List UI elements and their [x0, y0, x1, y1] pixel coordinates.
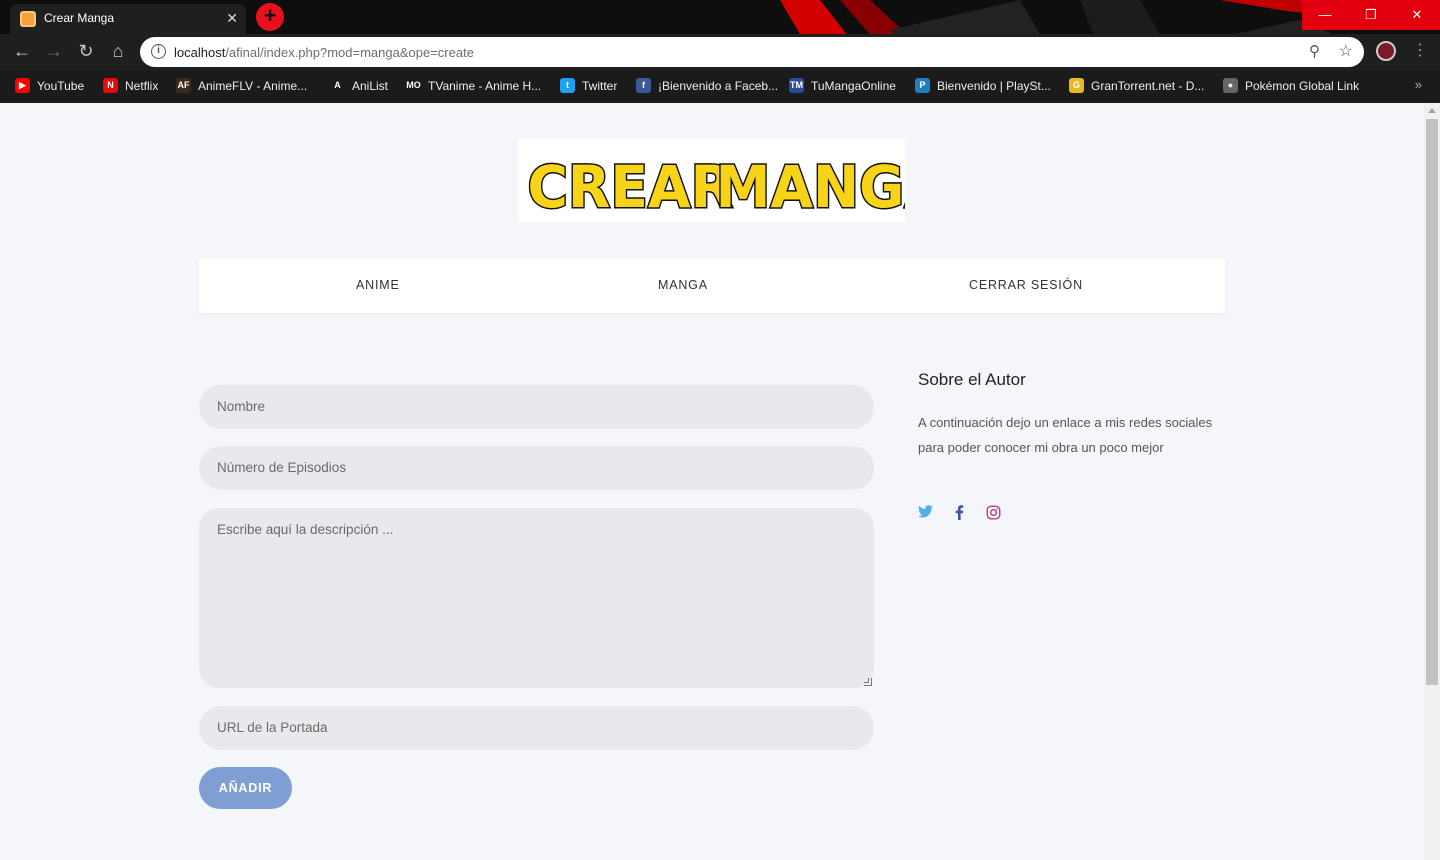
bookmark-item[interactable]: G GranTorrent.net - D... — [1069, 78, 1204, 93]
episodes-input[interactable]: Número de Episodios — [199, 446, 874, 490]
bookmark-item[interactable]: P Bienvenido | PlaySt... — [915, 78, 1051, 93]
logo-text-right: MANGA — [716, 154, 905, 222]
bookmarks-more-icon[interactable]: » — [1415, 77, 1422, 92]
bookmark-label: ¡Bienvenido a Faceb... — [658, 78, 779, 93]
add-button[interactable]: AÑADIR — [199, 767, 292, 809]
bookmark-item[interactable]: A AniList — [330, 78, 388, 93]
zoom-icon[interactable]: ⚲ — [1309, 42, 1320, 60]
bookmarks-bar: » ▶ YouTube N Netflix AF AnimeFLV - Anime... A… — [0, 70, 1440, 103]
back-arrow-icon[interactable]: ← — [11, 41, 33, 62]
bookmark-label: TuMangaOnline — [811, 78, 896, 93]
anilist-icon: A — [330, 78, 345, 93]
twitter-icon[interactable] — [918, 505, 933, 522]
nav-anime[interactable]: ANIME — [356, 278, 400, 292]
bookmark-label: TVanime - Anime H... — [428, 78, 542, 93]
tab-close-icon[interactable]: ✕ — [226, 10, 238, 27]
home-icon[interactable]: ⌂ — [107, 41, 129, 62]
playstation-icon: P — [915, 78, 930, 93]
bookmark-item[interactable]: N Netflix — [103, 78, 158, 93]
bookmark-item[interactable]: f ¡Bienvenido a Faceb... — [636, 78, 778, 93]
logo-text-left: CREAR — [528, 154, 734, 222]
main-nav: ANIME MANGA CERRAR SESIÓN — [199, 258, 1225, 313]
window-controls: — ❐ ✕ — [1302, 0, 1440, 30]
url-path: /afinal/index.php?mod=manga&ope=create — [225, 45, 474, 60]
bookmark-item[interactable]: ▶ YouTube — [15, 78, 84, 93]
bookmark-label: Netflix — [125, 78, 159, 93]
nav-manga[interactable]: MANGA — [658, 278, 708, 292]
animeflv-icon: AF — [176, 78, 191, 93]
bookmark-label: YouTube — [37, 78, 85, 93]
minimize-button[interactable]: — — [1302, 0, 1348, 30]
page-viewport: CREAR MANGA ANIME MANGA CERRAR SESIÓN No… — [0, 103, 1424, 860]
bookmark-star-icon[interactable]: ☆ — [1339, 41, 1353, 61]
netflix-icon: N — [103, 78, 118, 93]
scroll-up-arrow-icon[interactable] — [1428, 108, 1436, 113]
nav-logout[interactable]: CERRAR SESIÓN — [969, 278, 1083, 292]
bookmark-item[interactable]: AF AnimeFLV - Anime... — [176, 78, 307, 93]
bookmark-label: GranTorrent.net - D... — [1091, 78, 1205, 93]
aside-text: A continuación dejo un enlace a mis rede… — [918, 415, 1213, 455]
aside-title: Sobre el Autor — [918, 370, 1026, 389]
youtube-icon: ▶ — [15, 78, 30, 93]
profile-avatar[interactable] — [1376, 41, 1396, 61]
url-host: localhost — [174, 45, 226, 60]
reload-icon[interactable]: ↻ — [75, 41, 97, 62]
bookmark-label: AniList — [352, 78, 389, 93]
instagram-icon[interactable] — [986, 505, 1001, 524]
bookmark-item[interactable]: ● Pokémon Global Link — [1223, 78, 1359, 93]
bookmark-label: Bienvenido | PlaySt... — [937, 78, 1051, 93]
logo-image: CREAR MANGA — [526, 152, 949, 223]
twitter-icon: t — [560, 78, 575, 93]
site-info-icon[interactable]: i — [151, 44, 166, 59]
tab-title: Crear Manga — [44, 11, 115, 25]
tumangaonline-icon: TM — [789, 78, 804, 93]
tab-favicon-icon — [20, 11, 36, 27]
bookmark-item[interactable]: TM TuMangaOnline — [789, 78, 896, 93]
browser-toolbar: ← → ↻ ⌂ i localhost/afinal/index.php?mod… — [0, 34, 1440, 70]
pokemon-icon: ● — [1223, 78, 1238, 93]
close-window-button[interactable]: ✕ — [1394, 0, 1440, 30]
scroll-thumb[interactable] — [1426, 119, 1438, 685]
address-bar[interactable]: i localhost/afinal/index.php?mod=manga&o… — [140, 37, 1364, 67]
browser-menu-icon[interactable]: ⋮ — [1412, 40, 1428, 60]
site-logo: CREAR MANGA — [518, 139, 949, 223]
description-placeholder: Escribe aquí la descripción ... — [217, 522, 394, 537]
bookmark-label: AnimeFLV - Anime... — [198, 78, 308, 93]
name-input[interactable]: Nombre — [199, 385, 874, 429]
url-text[interactable]: localhost/afinal/index.php?mod=manga&ope… — [174, 45, 474, 60]
bookmark-item[interactable]: t Twitter — [560, 78, 617, 93]
description-textarea[interactable]: Escribe aquí la descripción ... — [199, 508, 874, 688]
bookmark-label: Pokémon Global Link — [1245, 78, 1360, 93]
page-scrollbar[interactable] — [1424, 103, 1440, 860]
browser-titlebar: Crear Manga ✕ + — ❐ ✕ — [0, 0, 1440, 34]
grantorrent-icon: G — [1069, 78, 1084, 93]
facebook-icon: f — [636, 78, 651, 93]
resize-handle-icon[interactable] — [864, 678, 872, 686]
facebook-icon[interactable] — [955, 505, 964, 524]
bookmark-label: Twitter — [582, 78, 618, 93]
new-tab-button[interactable]: + — [256, 3, 284, 31]
cover-url-input[interactable]: URL de la Portada — [199, 706, 874, 750]
browser-tab[interactable]: Crear Manga ✕ — [10, 4, 246, 34]
bookmark-item[interactable]: MO TVanime - Anime H... — [406, 78, 541, 93]
restore-button[interactable]: ❐ — [1348, 0, 1394, 30]
forward-arrow-icon[interactable]: → — [43, 41, 65, 62]
tvanime-icon: MO — [406, 78, 421, 93]
